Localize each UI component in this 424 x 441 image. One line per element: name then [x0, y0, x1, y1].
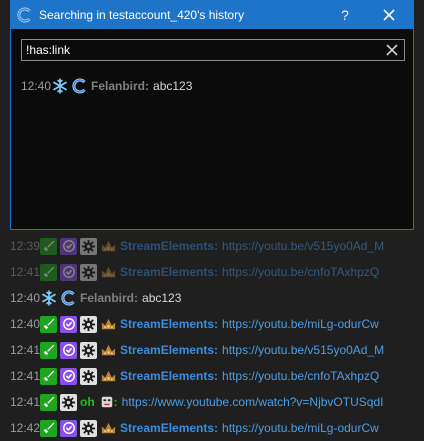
moderator-sword-icon[interactable]: [40, 419, 57, 437]
dialog-title: Searching in testaccount_420's history: [39, 8, 245, 22]
timestamp: 12:41: [10, 369, 41, 383]
chat-line: 12:40 Felanbird: abc123: [0, 285, 424, 311]
snowflake-icon[interactable]: [40, 290, 57, 307]
moderator-sword-icon[interactable]: [40, 237, 57, 255]
gear-icon[interactable]: [80, 237, 97, 255]
chat-line: 12:42 StreamElements: https://youtu.be/m…: [0, 415, 424, 441]
chat-line: 12:41 StreamElements: https://youtu.be/c…: [0, 363, 424, 389]
snowflake-icon[interactable]: [51, 78, 68, 95]
gear-icon[interactable]: [80, 341, 97, 359]
chatterino-logo-icon[interactable]: [60, 290, 77, 307]
moderator-sword-icon[interactable]: [40, 341, 57, 359]
verified-check-icon[interactable]: [60, 315, 77, 333]
chat-line: 12:39 StreamElements: https://youtu.be/v…: [0, 233, 424, 259]
timestamp: 12:42: [10, 421, 41, 435]
username[interactable]: StreamElements:: [120, 239, 218, 253]
verified-check-icon[interactable]: [60, 367, 77, 385]
crown-icon[interactable]: [100, 342, 117, 359]
username[interactable]: StreamElements:: [120, 317, 218, 331]
chat-line: 12:41 oh : https://www.youtube.com/watch…: [10, 393, 384, 411]
crown-icon[interactable]: [100, 264, 117, 281]
username[interactable]: StreamElements:: [120, 265, 218, 279]
moderator-sword-icon[interactable]: [40, 315, 57, 333]
message-link[interactable]: https://youtu.be/miLg-odurCw: [222, 421, 379, 435]
message-text: abc123: [153, 79, 193, 93]
verified-check-icon[interactable]: [60, 237, 77, 255]
message-link[interactable]: https://youtu.be/cnfoTAxhpzQ: [222, 265, 379, 279]
chat-line: 12:41 StreamElements: https://youtu.be/c…: [0, 259, 424, 285]
username[interactable]: oh: [80, 395, 95, 409]
crown-icon[interactable]: [100, 368, 117, 385]
timestamp: 12:41: [10, 343, 41, 357]
message-link[interactable]: https://www.youtube.com/watch?v=NjbvOTUS…: [122, 395, 384, 409]
crown-icon[interactable]: [100, 420, 117, 437]
search-field[interactable]: [21, 39, 405, 61]
gear-icon[interactable]: [80, 367, 97, 385]
chat-line: 12:41 StreamElements: https://youtu.be/v…: [0, 337, 424, 363]
gear-icon[interactable]: [80, 315, 97, 333]
username[interactable]: Felanbird:: [80, 291, 138, 305]
search-input[interactable]: [22, 42, 368, 58]
gear-icon[interactable]: [80, 419, 97, 437]
gear-icon[interactable]: [80, 263, 97, 281]
close-icon: [383, 9, 395, 21]
emote-face-icon[interactable]: [100, 395, 114, 409]
message-link[interactable]: https://youtu.be/miLg-odurCw: [222, 317, 379, 331]
chatterino-logo-icon: [17, 7, 33, 23]
message-link[interactable]: https://youtu.be/cnfoTAxhpzQ: [222, 369, 379, 383]
message-link[interactable]: https://youtu.be/v515yo0Ad_M: [222, 239, 384, 253]
timestamp: 12:40: [21, 79, 52, 93]
moderator-sword-icon[interactable]: [40, 393, 57, 411]
help-button[interactable]: ?: [327, 1, 363, 29]
gear-icon[interactable]: [60, 393, 77, 411]
username[interactable]: Felanbird:: [91, 79, 149, 93]
search-history-dialog: Searching in testaccount_420's history ?…: [10, 0, 414, 230]
timestamp: 12:41: [10, 395, 41, 409]
chatterino-logo-icon[interactable]: [71, 78, 88, 95]
timestamp: 12:39: [10, 239, 41, 253]
dialog-titlebar[interactable]: Searching in testaccount_420's history ?: [11, 1, 413, 29]
crown-icon[interactable]: [100, 238, 117, 255]
chat-line: 12:40 StreamElements: https://youtu.be/m…: [0, 311, 424, 337]
username[interactable]: StreamElements:: [120, 421, 218, 435]
verified-check-icon[interactable]: [60, 263, 77, 281]
timestamp: 12:41: [10, 265, 41, 279]
message-text: abc123: [142, 291, 182, 305]
moderator-sword-icon[interactable]: [40, 263, 57, 281]
moderator-sword-icon[interactable]: [40, 367, 57, 385]
search-result-line[interactable]: 12:40 Felanbird: abc123: [11, 73, 413, 99]
crown-icon[interactable]: [100, 316, 117, 333]
username[interactable]: StreamElements:: [120, 369, 218, 383]
username[interactable]: StreamElements:: [120, 343, 218, 357]
message-link[interactable]: https://youtu.be/v515yo0Ad_M: [222, 343, 384, 357]
timestamp: 12:40: [10, 291, 41, 305]
close-icon: [386, 44, 398, 56]
close-button[interactable]: [371, 1, 407, 29]
verified-check-icon[interactable]: [60, 341, 77, 359]
verified-check-icon[interactable]: [60, 419, 77, 437]
clear-search-button[interactable]: [384, 42, 400, 58]
timestamp: 12:40: [10, 317, 41, 331]
